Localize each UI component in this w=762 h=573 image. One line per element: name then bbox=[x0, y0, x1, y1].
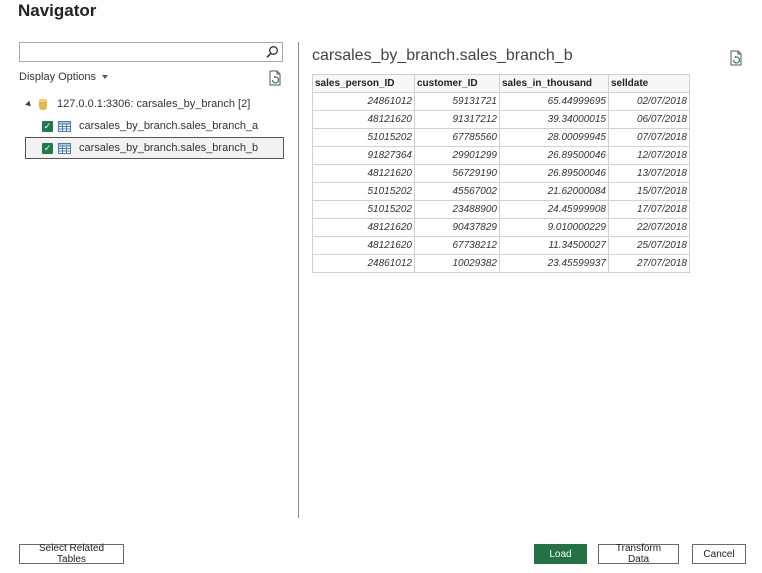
table-cell: 25/07/2018 bbox=[608, 236, 690, 255]
table-cell: 65.44999695 bbox=[499, 92, 609, 111]
table-icon bbox=[58, 120, 71, 132]
cancel-button[interactable]: Cancel bbox=[692, 544, 746, 564]
table-row: 48121620 91317212 39.34000015 06/07/2018 bbox=[312, 110, 690, 129]
table-cell: 51015202 bbox=[312, 200, 415, 219]
table-cell: 23.45599937 bbox=[499, 254, 609, 273]
table-row: 91827364 29901299 26.89500046 12/07/2018 bbox=[312, 146, 690, 165]
database-icon bbox=[39, 98, 47, 110]
table-cell: 24861012 bbox=[312, 254, 415, 273]
expander-icon[interactable] bbox=[25, 100, 33, 108]
table-cell: 06/07/2018 bbox=[608, 110, 690, 129]
tree-item-label: carsales_by_branch.sales_branch_a bbox=[79, 120, 259, 132]
table-row: 48121620 90437829 9.010000229 22/07/2018 bbox=[312, 218, 690, 237]
select-related-tables-button[interactable]: Select Related Tables bbox=[19, 543, 124, 565]
table-cell: 27/07/2018 bbox=[608, 254, 690, 273]
table-row: 51015202 67785560 28.00099945 07/07/2018 bbox=[312, 128, 690, 147]
column-header[interactable]: customer_ID bbox=[414, 74, 500, 93]
transform-data-button[interactable]: Transform Data bbox=[598, 543, 679, 565]
search-icon[interactable] bbox=[265, 45, 279, 59]
window-title: Navigator bbox=[18, 1, 97, 20]
table-cell: 9.010000229 bbox=[499, 218, 609, 237]
table-cell: 07/07/2018 bbox=[608, 128, 690, 147]
tree-server-node[interactable]: 127.0.0.1:3306: carsales_by_branch [2] bbox=[25, 98, 251, 110]
table-cell: 29901299 bbox=[414, 146, 500, 165]
search-input[interactable] bbox=[24, 44, 264, 62]
table-cell: 24.45999908 bbox=[499, 200, 609, 219]
column-header[interactable]: selldate bbox=[608, 74, 690, 93]
table-cell: 10029382 bbox=[414, 254, 500, 273]
table-cell: 15/07/2018 bbox=[608, 182, 690, 201]
preview-table: sales_person_ID customer_ID sales_in_tho… bbox=[312, 74, 690, 273]
table-row: 51015202 23488900 24.45999908 17/07/2018 bbox=[312, 200, 690, 219]
table-cell: 48121620 bbox=[312, 218, 415, 237]
table-cell: 59131721 bbox=[414, 92, 500, 111]
table-cell: 11.34500027 bbox=[499, 236, 609, 255]
table-cell: 26.89500046 bbox=[499, 146, 609, 165]
tree-item-sales-branch-a[interactable]: ✓ carsales_by_branch.sales_branch_a bbox=[42, 120, 258, 132]
table-cell: 67785560 bbox=[414, 128, 500, 147]
table-cell: 24861012 bbox=[312, 92, 415, 111]
display-options-dropdown[interactable]: Display Options bbox=[19, 71, 109, 83]
table-cell: 39.34000015 bbox=[499, 110, 609, 129]
table-cell: 51015202 bbox=[312, 128, 415, 147]
display-options-label: Display Options bbox=[19, 71, 97, 83]
table-cell: 23488900 bbox=[414, 200, 500, 219]
table-row: 24861012 59131721 65.44999695 02/07/2018 bbox=[312, 92, 690, 111]
table-row: 48121620 67738212 11.34500027 25/07/2018 bbox=[312, 236, 690, 255]
chevron-down-icon bbox=[102, 75, 109, 80]
table-cell: 67738212 bbox=[414, 236, 500, 255]
column-header[interactable]: sales_in_thousand bbox=[499, 74, 609, 93]
checkbox-checked-icon[interactable]: ✓ bbox=[42, 120, 53, 132]
table-row: 24861012 10029382 23.45599937 27/07/2018 bbox=[312, 254, 690, 273]
table-row: 48121620 56729190 26.89500046 13/07/2018 bbox=[312, 164, 690, 183]
table-cell: 02/07/2018 bbox=[608, 92, 690, 111]
table-cell: 17/07/2018 bbox=[608, 200, 690, 219]
preview-title: carsales_by_branch.sales_branch_b bbox=[312, 47, 573, 64]
table-cell: 12/07/2018 bbox=[608, 146, 690, 165]
table-cell: 26.89500046 bbox=[499, 164, 609, 183]
table-cell: 48121620 bbox=[312, 236, 415, 255]
column-header[interactable]: sales_person_ID bbox=[312, 74, 415, 93]
table-cell: 56729190 bbox=[414, 164, 500, 183]
load-button[interactable]: Load bbox=[534, 544, 587, 564]
tree-item-sales-branch-b[interactable]: ✓ carsales_by_branch.sales_branch_b bbox=[42, 142, 258, 154]
checkbox-checked-icon[interactable]: ✓ bbox=[42, 142, 53, 154]
server-label: 127.0.0.1:3306: carsales_by_branch [2] bbox=[57, 98, 251, 110]
table-cell: 48121620 bbox=[312, 110, 415, 129]
tree-item-label: carsales_by_branch.sales_branch_b bbox=[79, 142, 259, 154]
table-cell: 22/07/2018 bbox=[608, 218, 690, 237]
table-cell: 28.00099945 bbox=[499, 128, 609, 147]
refresh-icon[interactable] bbox=[267, 70, 283, 86]
table-cell: 91317212 bbox=[414, 110, 500, 129]
table-cell: 13/07/2018 bbox=[608, 164, 690, 183]
table-row: 51015202 45567002 21.62000084 15/07/2018 bbox=[312, 182, 690, 201]
table-icon bbox=[58, 142, 71, 154]
search-box[interactable] bbox=[19, 42, 283, 62]
table-cell: 48121620 bbox=[312, 164, 415, 183]
table-header-row: sales_person_ID customer_ID sales_in_tho… bbox=[312, 74, 690, 93]
table-cell: 45567002 bbox=[414, 182, 500, 201]
panel-divider[interactable] bbox=[298, 42, 299, 518]
table-cell: 21.62000084 bbox=[499, 182, 609, 201]
table-cell: 90437829 bbox=[414, 218, 500, 237]
table-cell: 51015202 bbox=[312, 182, 415, 201]
refresh-icon[interactable] bbox=[728, 50, 744, 66]
table-cell: 91827364 bbox=[312, 146, 415, 165]
